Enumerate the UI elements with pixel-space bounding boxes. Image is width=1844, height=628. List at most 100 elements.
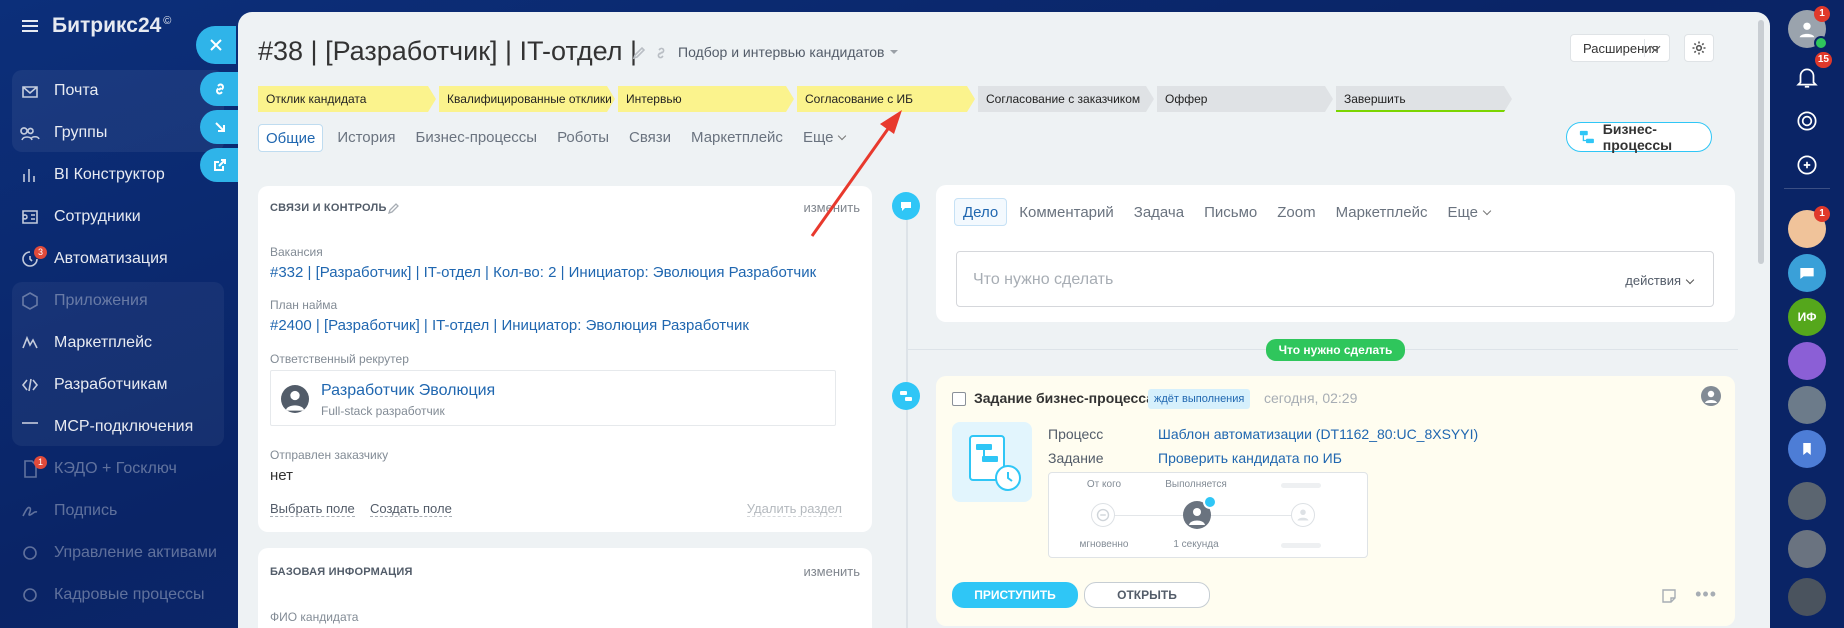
menu-item-5[interactable]: Приложения — [12, 280, 224, 322]
vacancy-link[interactable]: #332 | [Разработчик] | IT-отдел | Кол-во… — [270, 264, 816, 281]
feed-button[interactable] — [1786, 100, 1828, 142]
process-link[interactable]: Шаблон автоматизации (DT1162_80:UC_8XSYY… — [1158, 426, 1478, 442]
pencil-icon[interactable] — [632, 46, 646, 60]
status-badge: ждёт выполнения — [1148, 389, 1251, 409]
contact-avatar-3[interactable] — [1788, 386, 1826, 424]
stage-1[interactable]: Квалифицированные отклики — [439, 86, 615, 112]
notifications-button[interactable]: 15 — [1786, 52, 1832, 98]
tab-1[interactable]: История — [327, 124, 405, 152]
bookmark-avatar[interactable] — [1788, 430, 1826, 468]
tab-label: Связи — [629, 129, 672, 146]
editor-tab-2[interactable]: Задача — [1124, 204, 1194, 221]
menu-item-0[interactable]: Почта — [12, 70, 224, 112]
choose-field-link[interactable]: Выбрать поле — [270, 502, 355, 517]
chevron-down-icon — [1482, 206, 1492, 215]
tab-0[interactable]: Общие — [258, 124, 324, 152]
extensions-button[interactable]: Расширения — [1570, 34, 1670, 62]
stage-3[interactable]: Согласование с ИБ — [797, 86, 975, 112]
tab-6[interactable]: Еще — [793, 124, 856, 152]
user-avatar[interactable]: 1 — [1788, 6, 1830, 50]
recruiter-position: Full-stack разработчик — [321, 404, 445, 418]
task-link[interactable]: Проверить кандидата по ИБ — [1158, 450, 1342, 466]
chart-icon — [20, 165, 40, 185]
menu-item-3[interactable]: Сотрудники — [12, 196, 224, 238]
stage-6[interactable]: Завершить — [1336, 86, 1512, 112]
task-author-avatar[interactable] — [1701, 386, 1721, 406]
from-label: От кого — [1086, 479, 1122, 490]
target-icon — [1797, 111, 1817, 131]
contact-avatar-initials[interactable]: ИФ — [1788, 298, 1826, 336]
menu-item-7[interactable]: Разработчикам — [12, 364, 224, 406]
stage-5[interactable]: Оффер — [1157, 86, 1333, 112]
divider — [1784, 188, 1830, 189]
menu-item-6[interactable]: Маркетплейс — [12, 322, 224, 364]
contact-avatar-1[interactable]: 1 — [1788, 206, 1830, 248]
close-slider-button[interactable] — [196, 26, 236, 64]
menu-item-8[interactable]: MCP-подключения — [12, 406, 224, 448]
tab-4[interactable]: Связи — [619, 124, 681, 152]
menu-item-11[interactable]: Управление активами — [12, 532, 224, 574]
recruiter-card[interactable]: Разработчик Эволюция Full-stack разработ… — [270, 370, 836, 426]
editor-tab-4[interactable]: Zoom — [1267, 204, 1325, 221]
tab-3[interactable]: Роботы — [547, 124, 619, 152]
more-icon[interactable]: ••• — [1695, 584, 1717, 605]
editor-tabs: Дело Комментарий Задача Письмо Zoom Маркетпле… — [954, 198, 1500, 226]
menu-item-2[interactable]: BI Конструктор — [12, 154, 224, 196]
recruiter-name[interactable]: Разработчик Эволюция — [321, 382, 495, 400]
funnel-selector[interactable]: Подбор и интервью кандидатов — [678, 44, 898, 60]
link-icon[interactable] — [654, 46, 668, 60]
editor-tab-6[interactable]: Еще — [1437, 204, 1500, 221]
menu-item-9[interactable]: 1 КЭДО + Госключ — [12, 448, 224, 490]
copy-link-button[interactable] — [200, 72, 240, 106]
business-processes-button[interactable]: Бизнес-процессы — [1566, 121, 1712, 153]
editor-tab-5[interactable]: Маркетплейс — [1326, 204, 1438, 221]
contact-avatar-2[interactable] — [1788, 342, 1826, 380]
pencil-icon[interactable] — [388, 202, 400, 214]
todo-input[interactable]: Что нужно сделать действия — [956, 251, 1714, 307]
menu-item-1[interactable]: Группы — [12, 112, 224, 154]
stage-0[interactable]: Отклик кандидата — [258, 86, 436, 112]
open-new-window-button[interactable] — [200, 148, 240, 182]
minimize-button[interactable] — [200, 110, 240, 144]
menu-burger-icon[interactable] — [22, 20, 38, 32]
tab-label: История — [337, 129, 396, 146]
contact-avatar-4[interactable] — [1788, 482, 1826, 520]
editor-tab-0[interactable]: Дело — [954, 198, 1008, 226]
edit-link[interactable]: изменить — [803, 564, 860, 579]
contact-avatar-5[interactable] — [1788, 530, 1826, 568]
menu-item-label: Автоматизация — [54, 250, 168, 267]
search-button[interactable] — [1786, 144, 1828, 186]
editor-tab-label: Маркетплейс — [1335, 203, 1428, 221]
contact-avatar-6[interactable] — [1788, 578, 1826, 616]
actions-dropdown[interactable]: действия — [1625, 273, 1693, 288]
user-icon — [1799, 22, 1815, 38]
editor-tab-1[interactable]: Комментарий — [1009, 204, 1123, 221]
stage-2[interactable]: Интервью — [618, 86, 794, 112]
marketplace-icon — [20, 333, 40, 353]
editor-tab-3[interactable]: Письмо — [1194, 204, 1267, 221]
note-icon[interactable] — [1661, 588, 1677, 604]
menu-item-12[interactable]: Кадровые процессы — [12, 574, 224, 616]
tab-5[interactable]: Маркетплейс — [681, 124, 793, 152]
link-icon — [216, 83, 224, 95]
open-task-button[interactable]: ОТКРЫТЬ — [1084, 582, 1210, 608]
task-checkbox[interactable] — [952, 392, 966, 406]
delete-section-link[interactable]: Удалить раздел — [746, 502, 842, 517]
brand[interactable]: Битрикс24 © — [22, 14, 171, 38]
menu-item-4[interactable]: 3 Автоматизация — [12, 238, 224, 280]
tab-2[interactable]: Бизнес-процессы — [406, 124, 548, 152]
left-menu: Почта Группы BI Конструктор Сотрудники 3 Авто… — [12, 70, 224, 616]
stage-4[interactable]: Согласование с заказчиком — [978, 86, 1154, 112]
create-field-link[interactable]: Создать поле — [370, 502, 452, 517]
chat-avatar[interactable] — [1788, 254, 1826, 292]
hiring-plan-link[interactable]: #2400 | [Разработчик] | IT-отдел | Иници… — [270, 317, 749, 334]
menu-item-10[interactable]: Подпись — [12, 490, 224, 532]
editor-tab-label: Письмо — [1204, 203, 1258, 221]
edit-link[interactable]: изменить — [803, 200, 860, 215]
editor-tab-label: Еще — [1447, 203, 1478, 221]
task-flow-diagram: От кого Выполняется мгновенно 1 секунда — [1048, 472, 1368, 558]
menu-item-label: Разработчикам — [54, 376, 168, 393]
basic-info-card: БАЗОВАЯ ИНФОРМАЦИЯ изменить ФИО кандидат… — [258, 548, 872, 628]
start-task-button[interactable]: ПРИСТУПИТЬ — [952, 582, 1078, 608]
settings-button[interactable] — [1684, 34, 1714, 62]
